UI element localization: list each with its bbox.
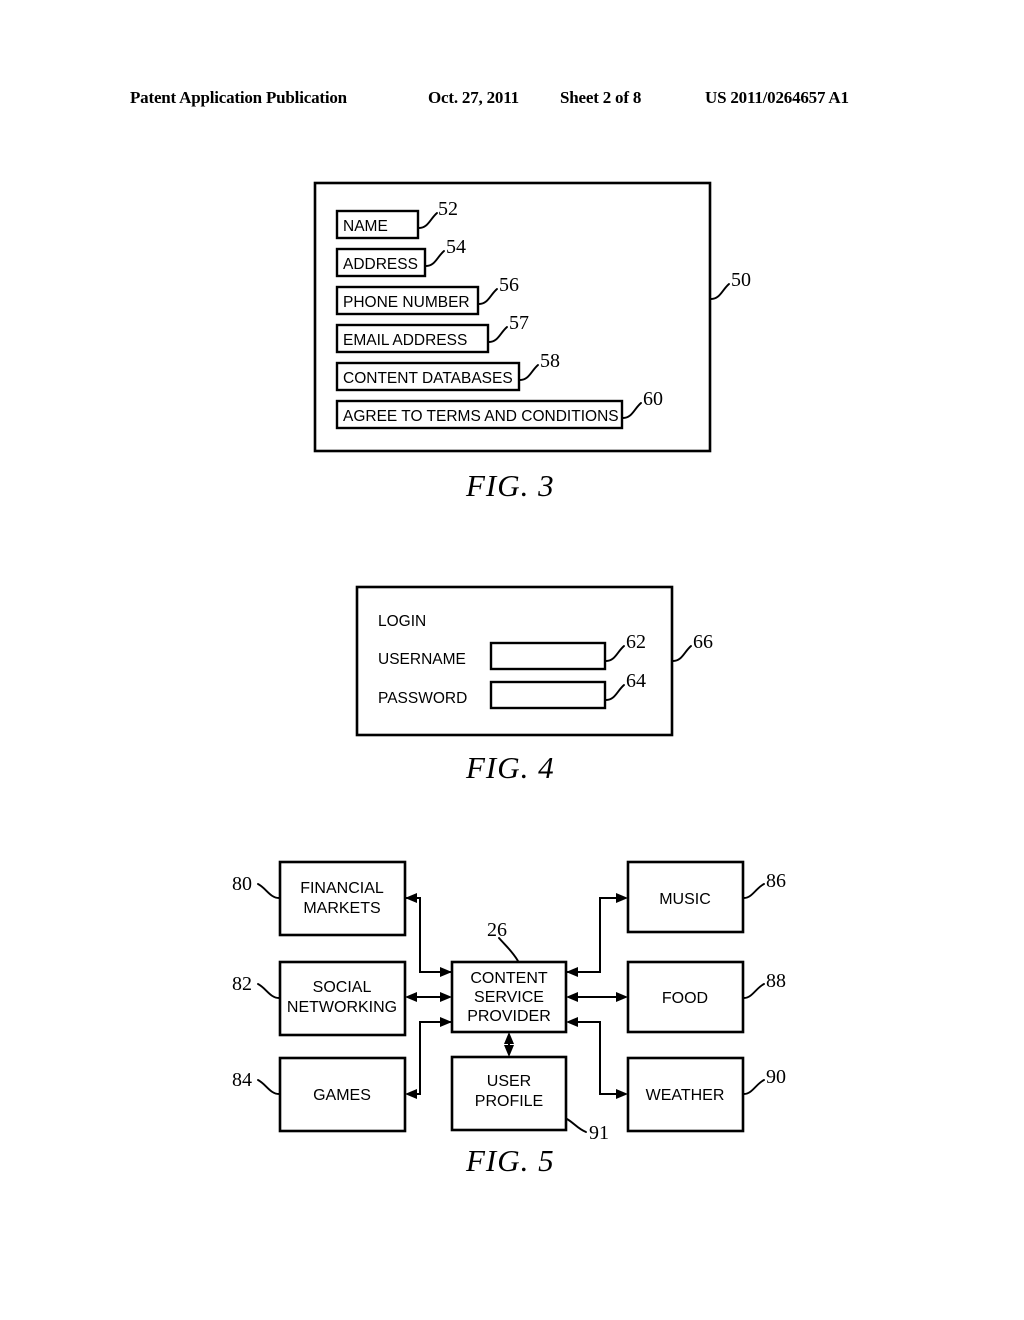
page-header: Patent Application Publication Oct. 27, …	[0, 88, 1024, 112]
fig5-arrowhead-csp-middle	[440, 992, 452, 1002]
fig5-leader-91	[566, 1118, 587, 1133]
fig5-node-food-line1: FOOD	[662, 990, 708, 1007]
header-sheet-number: Sheet 2 of 8	[560, 88, 642, 107]
fig5-arrowhead-food	[616, 992, 628, 1002]
fig5-arrowhead-csp-right-upper	[566, 967, 578, 977]
fig4-username-input[interactable]	[489, 641, 607, 671]
fig4-refnum-66: 66	[693, 631, 713, 653]
fig4-password-input[interactable]	[489, 680, 607, 710]
header-publication-title: Patent Application Publication	[130, 88, 347, 107]
fig3-field-agree-terms-label: AGREE TO TERMS AND CONDITIONS	[343, 408, 619, 425]
fig5-leader-84	[257, 1079, 280, 1095]
fig5-conn-financial-csp	[405, 897, 444, 973]
fig3-refnum-56: 56	[499, 274, 519, 296]
fig5-refnum-86: 86	[766, 870, 786, 892]
fig5-leader-90	[743, 1079, 765, 1095]
fig5-leader-26	[498, 937, 519, 962]
fig5-conn-csp-weather	[574, 1021, 620, 1095]
fig5-node-user-profile-line2: PROFILE	[475, 1093, 543, 1110]
fig3-refnum-50: 50	[731, 269, 751, 291]
fig5-node-financial-markets-line2: MARKETS	[303, 900, 380, 917]
fig3-field-content-databases-label: CONTENT DATABASES	[343, 370, 513, 387]
fig5-arrowhead-userprofile	[504, 1045, 514, 1057]
fig4-login-heading: LOGIN	[378, 613, 426, 630]
fig5-conn-csp-financial	[413, 897, 452, 973]
fig5-arrowhead-games	[405, 1089, 417, 1099]
fig3-field-phone-label: PHONE NUMBER	[343, 294, 470, 311]
header-patent-number: US 2011/0264657 A1	[705, 88, 849, 107]
fig5-leader-88	[743, 983, 765, 999]
fig5-node-music-line1: MUSIC	[659, 891, 711, 908]
fig5-node-financial-markets-line1: FINANCIAL	[300, 880, 384, 897]
fig5-refnum-91: 91	[589, 1122, 609, 1144]
fig5-refnum-26: 26	[487, 919, 507, 941]
fig5-arrowhead-weather	[616, 1089, 628, 1099]
fig5-node-social-networking-line1: SOCIAL	[313, 979, 372, 996]
fig5-node-user-profile-line1: USER	[487, 1073, 531, 1090]
fig3-refnum-52: 52	[438, 198, 458, 220]
fig3-caption: FIG. 3	[466, 468, 555, 503]
fig5-arrowhead-csp-right-middle	[566, 992, 578, 1002]
header-publication-date: Oct. 27, 2011	[428, 88, 519, 107]
fig3-refnum-54: 54	[446, 236, 466, 258]
fig5-leader-86	[743, 883, 765, 899]
fig5-arrowhead-csp-right-lower	[566, 1017, 578, 1027]
fig5-node-games-line1: GAMES	[313, 1087, 371, 1104]
fig3-refnum-58: 58	[540, 350, 560, 372]
fig5-conn-csp-games	[413, 1021, 452, 1095]
fig3-refnum-57: 57	[509, 312, 529, 334]
fig5-arrowhead-csp-lower	[440, 1017, 452, 1027]
fig5-leader-82	[257, 983, 280, 999]
fig5-node-csp-line1: CONTENT	[470, 970, 548, 987]
fig5-node-csp-line3: PROVIDER	[467, 1008, 551, 1025]
fig5-node-social-networking-line2: NETWORKING	[287, 999, 397, 1016]
fig5-node-financial-markets[interactable]	[278, 860, 407, 937]
fig5-arrowhead-social	[405, 992, 417, 1002]
fig5-refnum-88: 88	[766, 970, 786, 992]
fig5-refnum-84: 84	[232, 1069, 252, 1091]
fig5-refnum-90: 90	[766, 1066, 786, 1088]
fig5-refnum-80: 80	[232, 873, 252, 895]
fig3-leader-50	[710, 283, 730, 300]
fig4-caption: FIG. 4	[466, 750, 555, 785]
fig5-conn-csp-music	[566, 897, 620, 973]
fig5-node-csp-line2: SERVICE	[474, 989, 544, 1006]
fig5-node-weather-line1: WEATHER	[646, 1087, 725, 1104]
fig3-field-email-label: EMAIL ADDRESS	[343, 332, 467, 349]
fig5-arrowhead-csp-upper	[440, 967, 452, 977]
fig3-refnum-60: 60	[643, 388, 663, 410]
fig3-field-address-label: ADDRESS	[343, 256, 418, 273]
fig4-refnum-62: 62	[626, 631, 646, 653]
fig5-arrowhead-csp-bottom	[504, 1032, 514, 1044]
fig4-refnum-64: 64	[626, 670, 646, 692]
fig5-arrowhead-music	[616, 893, 628, 903]
fig4-leader-66	[672, 645, 692, 662]
fig4-username-label: USERNAME	[378, 651, 466, 668]
fig5-caption: FIG. 5	[466, 1143, 555, 1178]
fig5-leader-80	[257, 883, 280, 899]
fig4-password-label: PASSWORD	[378, 690, 467, 707]
fig5-refnum-82: 82	[232, 973, 252, 995]
fig3-field-name-label: NAME	[343, 218, 388, 235]
